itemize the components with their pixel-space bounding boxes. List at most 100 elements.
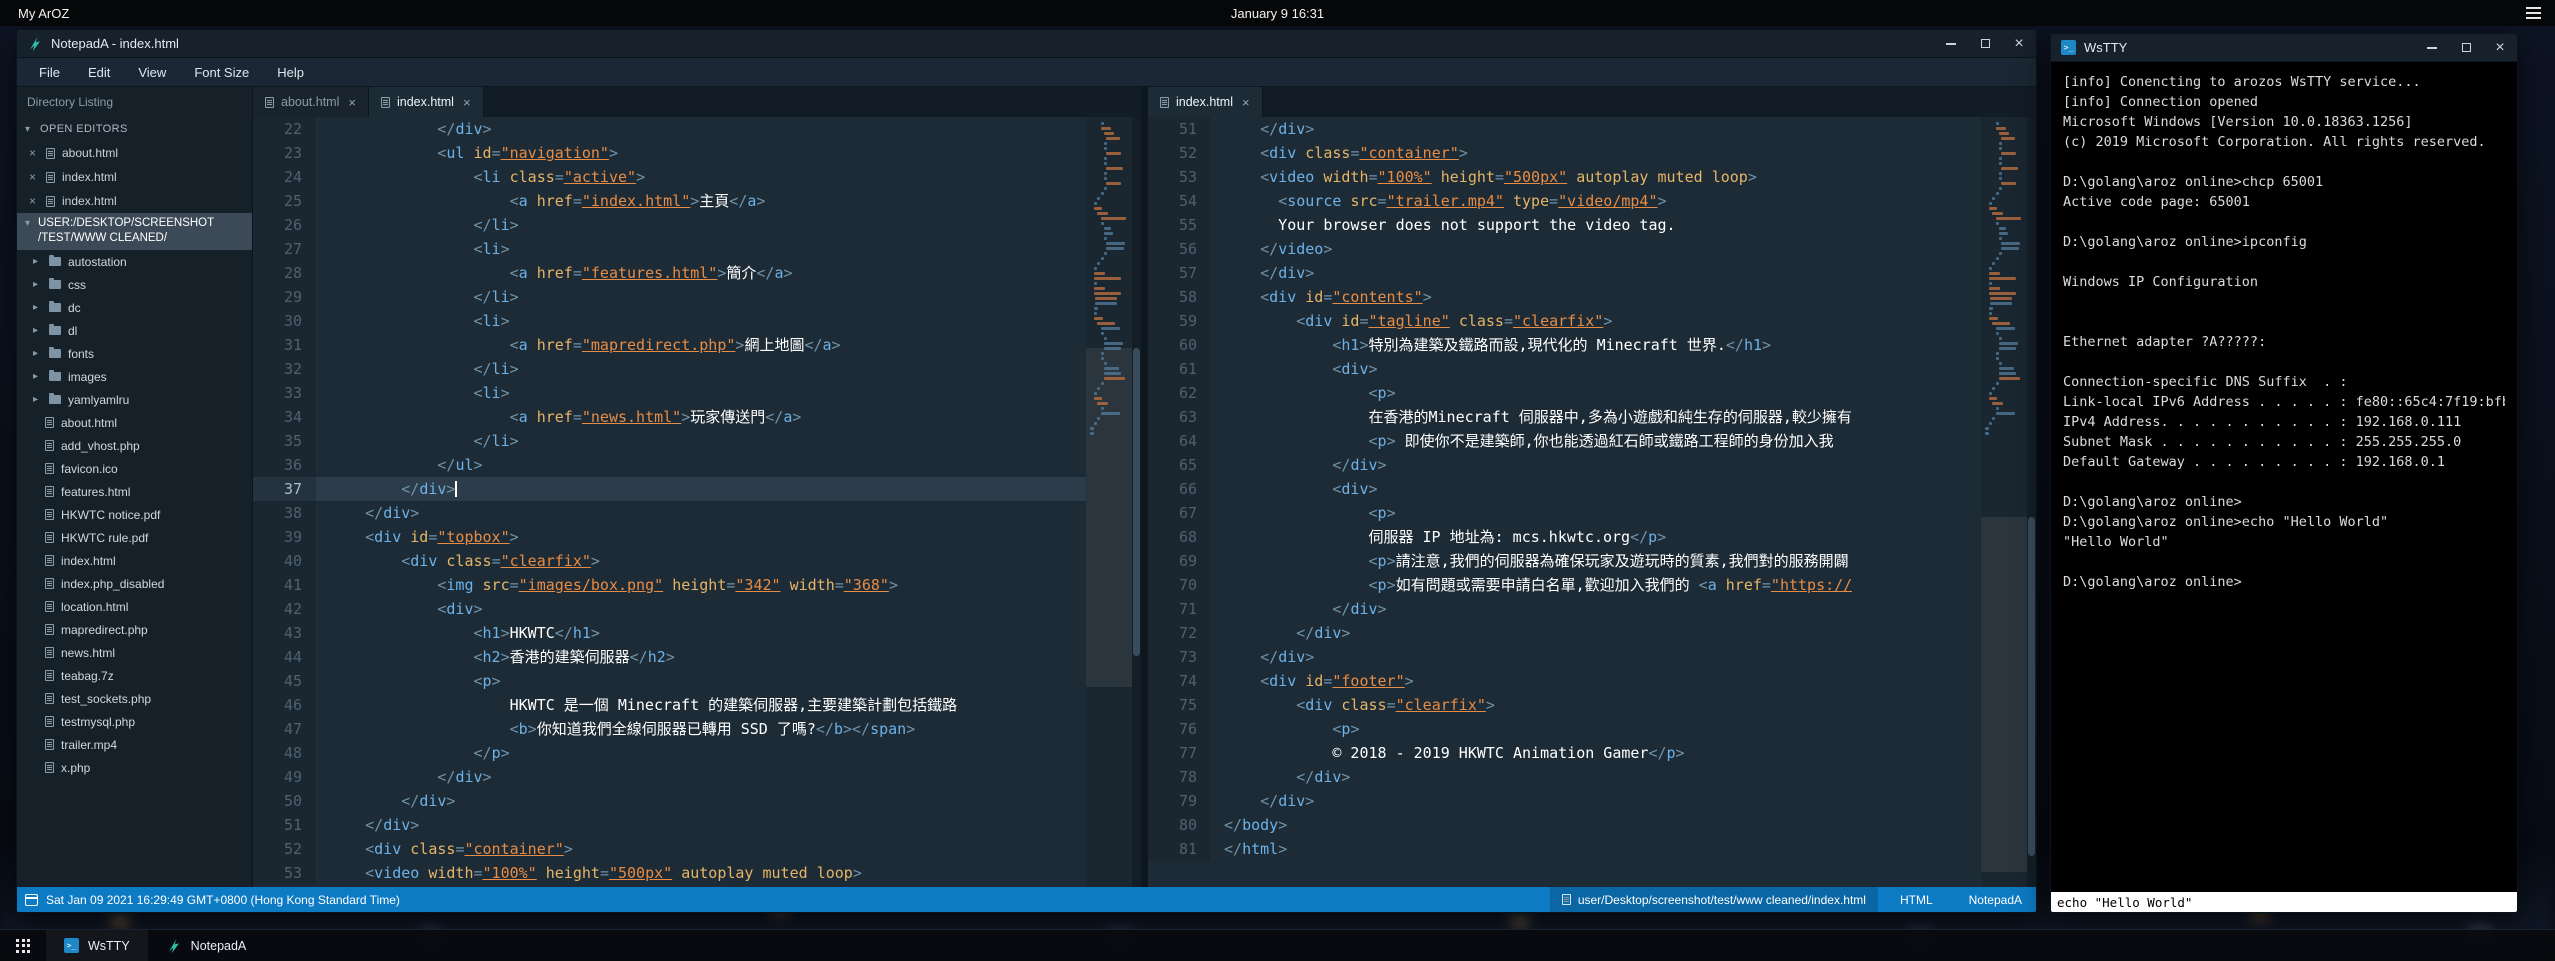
close-button[interactable]: × <box>2002 30 2036 57</box>
code-line-59[interactable]: 59 <div id="tagline" class="clearfix"> <box>1148 309 1981 333</box>
menu-item-help[interactable]: Help <box>263 58 318 86</box>
close-editor-icon[interactable]: × <box>29 194 39 208</box>
code-line-43[interactable]: 43 <h1>HKWTC</h1> <box>253 621 1086 645</box>
code-line-75[interactable]: 75 <div class="clearfix"> <box>1148 693 1981 717</box>
editor-tab-index.html[interactable]: index.html× <box>1148 87 1263 117</box>
code-line-51[interactable]: 51 </div> <box>253 813 1086 837</box>
menu-item-font-size[interactable]: Font Size <box>180 58 263 86</box>
close-editor-icon[interactable]: × <box>29 146 39 160</box>
code-line-78[interactable]: 78 </div> <box>1148 765 1981 789</box>
maximize-button[interactable] <box>2449 34 2483 61</box>
terminal-input[interactable] <box>2051 892 2517 912</box>
tree-folder-fonts[interactable]: ▸fonts <box>17 342 252 365</box>
code-line-52[interactable]: 52 <div class="container"> <box>1148 141 1981 165</box>
maximize-button[interactable] <box>1968 30 2002 57</box>
scrollbar-thumb[interactable] <box>2028 517 2035 856</box>
tree-file-x.php[interactable]: x.php <box>17 756 252 779</box>
code-line-62[interactable]: 62 <p> <box>1148 381 1981 405</box>
editor-tab-about.html[interactable]: about.html× <box>253 87 369 117</box>
code-line-77[interactable]: 77 © 2018 - 2019 HKWTC Animation Gamer</… <box>1148 741 1981 765</box>
close-tab-icon[interactable]: × <box>1242 95 1250 110</box>
code-line-72[interactable]: 72 </div> <box>1148 621 1981 645</box>
code-line-53[interactable]: 53 <video width="100%" height="500px" au… <box>1148 165 1981 189</box>
scrollbar-thumb[interactable] <box>1133 348 1140 656</box>
tree-file-testmysql.php[interactable]: testmysql.php <box>17 710 252 733</box>
tree-file-test_sockets.php[interactable]: test_sockets.php <box>17 687 252 710</box>
code-line-70[interactable]: 70 <p>如有問題或需要申請白名單,歡迎加入我們的 <a href="http… <box>1148 573 1981 597</box>
code-line-27[interactable]: 27 <li> <box>253 237 1086 261</box>
tree-folder-dc[interactable]: ▸dc <box>17 296 252 319</box>
tree-file-trailer.mp4[interactable]: trailer.mp4 <box>17 733 252 756</box>
code-line-32[interactable]: 32 </li> <box>253 357 1086 381</box>
code-line-81[interactable]: 81</html> <box>1148 837 1981 861</box>
close-tab-icon[interactable]: × <box>348 95 356 110</box>
tree-folder-dl[interactable]: ▸dl <box>17 319 252 342</box>
scrollbar-left[interactable] <box>1132 117 1141 887</box>
code-line-55[interactable]: 55 Your browser does not support the vid… <box>1148 213 1981 237</box>
tree-file-about.html[interactable]: about.html <box>17 411 252 434</box>
code-line-42[interactable]: 42 <div> <box>253 597 1086 621</box>
code-line-28[interactable]: 28 <a href="features.html">簡介</a> <box>253 261 1086 285</box>
close-button[interactable]: × <box>2483 34 2517 61</box>
minimap-viewport[interactable] <box>1086 348 1132 687</box>
code-line-80[interactable]: 80</body> <box>1148 813 1981 837</box>
minimap-left[interactable] <box>1086 117 1132 887</box>
tree-file-favicon.ico[interactable]: favicon.ico <box>17 457 252 480</box>
code-line-33[interactable]: 33 <li> <box>253 381 1086 405</box>
code-line-22[interactable]: 22 </div> <box>253 117 1086 141</box>
code-line-41[interactable]: 41 <img src="images/box.png" height="342… <box>253 573 1086 597</box>
code-line-44[interactable]: 44 <h2>香港的建築伺服器</h2> <box>253 645 1086 669</box>
tree-file-HKWTC notice.pdf[interactable]: HKWTC notice.pdf <box>17 503 252 526</box>
code-line-63[interactable]: 63 在香港的Minecraft 伺服器中,多為小遊戲和純生存的伺服器,較少擁有 <box>1148 405 1981 429</box>
minimize-button[interactable] <box>1934 30 1968 57</box>
code-line-40[interactable]: 40 <div class="clearfix"> <box>253 549 1086 573</box>
code-line-74[interactable]: 74 <div id="footer"> <box>1148 669 1981 693</box>
code-line-23[interactable]: 23 <ul id="navigation"> <box>253 141 1086 165</box>
open-editor-item[interactable]: ×index.html <box>17 189 252 213</box>
minimap-right[interactable] <box>1981 117 2027 887</box>
menu-item-file[interactable]: File <box>25 58 74 86</box>
notepada-titlebar[interactable]: NotepadA - index.html × <box>17 30 2036 58</box>
code-line-34[interactable]: 34 <a href="news.html">玩家傳送門</a> <box>253 405 1086 429</box>
tree-file-add_vhost.php[interactable]: add_vhost.php <box>17 434 252 457</box>
code-line-58[interactable]: 58 <div id="contents"> <box>1148 285 1981 309</box>
close-editor-icon[interactable]: × <box>29 170 39 184</box>
tree-file-teabag.7z[interactable]: teabag.7z <box>17 664 252 687</box>
code-line-45[interactable]: 45 <p> <box>253 669 1086 693</box>
menu-item-view[interactable]: View <box>124 58 180 86</box>
terminal-output[interactable]: [info] Conencting to arozos WsTTY servic… <box>2051 62 2517 892</box>
tree-file-location.html[interactable]: location.html <box>17 595 252 618</box>
code-line-52[interactable]: 52 <div class="container"> <box>253 837 1086 861</box>
tree-file-news.html[interactable]: news.html <box>17 641 252 664</box>
file-path[interactable]: user/Desktop/screenshot/test/www cleaned… <box>1550 887 1878 912</box>
code-line-35[interactable]: 35 </li> <box>253 429 1086 453</box>
code-line-25[interactable]: 25 <a href="index.html">主頁</a> <box>253 189 1086 213</box>
tree-folder-css[interactable]: ▸css <box>17 273 252 296</box>
code-line-38[interactable]: 38 </div> <box>253 501 1086 525</box>
tree-file-mapredirect.php[interactable]: mapredirect.php <box>17 618 252 641</box>
scrollbar-right[interactable] <box>2027 117 2036 887</box>
menu-item-edit[interactable]: Edit <box>74 58 124 86</box>
code-line-57[interactable]: 57 </div> <box>1148 261 1981 285</box>
code-line-69[interactable]: 69 <p>請注意,我們的伺服器為確保玩家及遊玩時的質素,我們對的服務開闢 <box>1148 549 1981 573</box>
tree-file-HKWTC rule.pdf[interactable]: HKWTC rule.pdf <box>17 526 252 549</box>
open-editor-item[interactable]: ×about.html <box>17 141 252 165</box>
code-line-73[interactable]: 73 </div> <box>1148 645 1981 669</box>
minimap-viewport[interactable] <box>1981 517 2027 871</box>
code-line-53[interactable]: 53 <video width="100%" height="500px" au… <box>253 861 1086 885</box>
code-line-67[interactable]: 67 <p> <box>1148 501 1981 525</box>
code-line-50[interactable]: 50 </div> <box>253 789 1086 813</box>
code-line-65[interactable]: 65 </div> <box>1148 453 1981 477</box>
arozos-menu-button[interactable]: My ArOZ <box>0 0 87 26</box>
code-line-61[interactable]: 61 <div> <box>1148 357 1981 381</box>
taskbar-item-wstty[interactable]: >_WsTTY <box>46 930 148 961</box>
tree-folder-images[interactable]: ▸images <box>17 365 252 388</box>
code-line-71[interactable]: 71 </div> <box>1148 597 1981 621</box>
tree-folder-yamlyamlru[interactable]: ▸yamlyamlru <box>17 388 252 411</box>
tree-root-selected[interactable]: ▾USER:/DESKTOP/SCREENSHOT /TEST/WWW CLEA… <box>17 213 252 250</box>
minimize-button[interactable] <box>2415 34 2449 61</box>
code-line-39[interactable]: 39 <div id="topbox"> <box>253 525 1086 549</box>
code-line-48[interactable]: 48 </p> <box>253 741 1086 765</box>
code-line-24[interactable]: 24 <li class="active"> <box>253 165 1086 189</box>
taskbar-item-notepada[interactable]: NotepadA <box>148 930 265 961</box>
